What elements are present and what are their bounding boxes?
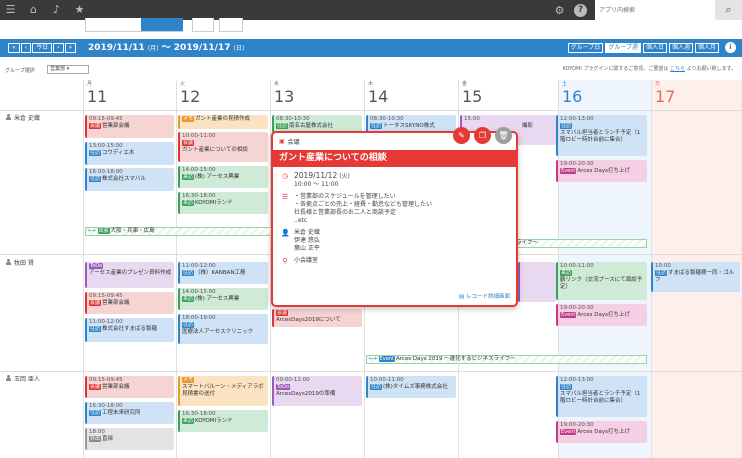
event-card[interactable]: 10:00-11:00 来訪 鶴リンク（交流ブースにて面談予定）	[556, 262, 647, 300]
edit-icon[interactable]: ✎	[453, 127, 470, 144]
event-card[interactable]: ToDo アーセス産業のプレゼン資料作成	[85, 262, 174, 288]
event-card[interactable]: 19:00-20:30 Event Arces Days打ち上げ	[556, 160, 647, 182]
popup-category: 会議	[287, 139, 300, 146]
description-icon: ☰	[281, 193, 289, 201]
event-card[interactable]	[518, 262, 556, 302]
event-card[interactable]: 16:30-18:00 来訪 KOYOMIランド	[178, 410, 268, 432]
event-card[interactable]: 12:00-13:00 往訪 スマバル担当者とランチ予定（1階ロビー時計台前に集合）	[556, 115, 647, 156]
feedback-link[interactable]: こちら	[670, 66, 685, 72]
event-card[interactable]: 16:30-18:00 往訪 工程未来研究所	[85, 402, 174, 424]
view-group-day[interactable]: グループ日	[567, 43, 604, 53]
location-icon: ⚲	[282, 257, 288, 265]
today-button[interactable]: 今日	[32, 43, 53, 53]
search-input[interactable]	[595, 0, 715, 20]
event-card[interactable]: 09:15-09:45 会議 営業部会議	[85, 115, 174, 138]
multi-day-event[interactable]: ⟷ Event Arces Days 2019 〜進化するビジネスライフ〜	[366, 355, 647, 364]
clock-icon: ◷	[281, 172, 289, 180]
day-header[interactable]: 月 11	[83, 80, 176, 108]
first-button[interactable]: «	[8, 43, 20, 53]
attendees-icon: 👤	[281, 229, 290, 237]
gear-icon[interactable]: ⚙	[553, 4, 566, 17]
event-card[interactable]: メモ スマートバルーン・メディアラボ 見積書の送付	[178, 376, 268, 406]
event-card[interactable]: 09:15-09:45 会議 営業部会議	[85, 292, 174, 314]
person-label: 牧田 賢	[5, 258, 34, 267]
calendar-nav-bar: « ‹ 今日 › » 2019/11/11 (月) 〜 2019/11/17 (…	[0, 39, 742, 57]
user-icon	[5, 114, 12, 121]
row-divider	[0, 371, 742, 372]
event-card[interactable]: 14:00-15:00 来訪 (株) アーセス興業	[178, 288, 268, 310]
double-arrow-icon: ⟷	[369, 356, 377, 362]
group-label: グループ選択	[5, 68, 35, 74]
person-label: 米倉 史織	[5, 113, 40, 122]
event-card[interactable]: 12:00-13:00 往訪 スマバル担当者とランチ予定（1階ロビー時計台前に集合）	[556, 376, 647, 417]
calendar-icon: ▣	[279, 138, 285, 145]
group-select[interactable]: 営業部 ▾	[47, 65, 89, 74]
view-personal-day[interactable]: 個人日	[642, 43, 667, 53]
ghost-button	[192, 18, 214, 32]
day-header-saturday[interactable]: 土 16	[558, 80, 651, 108]
top-bar: ☰ ⌂ ♪ ★ ⚙ ? ⌕	[0, 0, 742, 20]
help-icon[interactable]: ?	[574, 3, 587, 17]
document-icon: ▤	[459, 294, 465, 300]
copy-icon[interactable]: ❐	[474, 127, 491, 144]
popup-title: ガント産業についての相談	[273, 150, 516, 167]
day-header[interactable]: 木 14	[364, 80, 458, 108]
event-card[interactable]: メモ ガント産業の見積作成	[178, 115, 268, 129]
next-button[interactable]: ›	[53, 43, 64, 53]
day-header[interactable]: 水 13	[270, 80, 364, 108]
star-icon[interactable]: ★	[73, 3, 86, 16]
event-card[interactable]: 会議 ArcesDays2019について	[272, 309, 362, 327]
last-button[interactable]: »	[64, 43, 77, 53]
double-arrow-icon: ⟷	[88, 228, 96, 234]
date-range: 2019/11/11 (月) 〜 2019/11/17 (日)	[88, 43, 245, 53]
ghost-button	[219, 18, 243, 32]
event-card[interactable]: 10:00-11:00 往訪 (株)タイムズ事務株式会社	[366, 376, 456, 398]
event-card[interactable]: 10:00 往訪 すまばる製麺様一同・ゴルフ	[651, 262, 740, 292]
ghost-toolbar	[85, 18, 183, 32]
user-icon	[5, 259, 12, 266]
info-icon[interactable]: i	[725, 42, 736, 53]
view-personal-month[interactable]: 個人月	[694, 43, 719, 53]
event-detail-popup: ✎ ❐ 🗑 ▣ 会議 ガント産業についての相談 ◷ 2019/11/12 (火) 10…	[271, 127, 518, 307]
prev-button[interactable]: ‹	[20, 43, 32, 53]
row-divider	[0, 110, 742, 111]
event-card[interactable]: 16:00-18:00 往訪 株式会社スマバル	[85, 168, 174, 191]
event-card[interactable]: 14:00-15:00 来訪 (株) アーセス興業	[178, 166, 268, 188]
event-card[interactable]: 16:30-18:00 来訪 KOYOMIランド	[178, 192, 268, 214]
multi-day-event[interactable]: ⟷ 出張 大阪・兵庫・広島	[85, 227, 285, 236]
event-card[interactable]: 09:00-12:00 ToDo ArcesDays2019の準備	[272, 376, 362, 406]
event-card[interactable]: 09:15-09:45 会議 営業部会議	[85, 376, 174, 398]
view-group-week[interactable]: グループ週	[605, 43, 641, 53]
event-card[interactable]: 11:00-12:00 往訪 （株）KANBAN工務	[178, 262, 268, 284]
trash-icon[interactable]: 🗑	[495, 127, 512, 144]
sub-bar: グループ選択 営業部 ▾ KOYOMI プラグインに関するご意見、ご要望は こち…	[0, 57, 742, 80]
view-personal-week[interactable]: 個人週	[668, 43, 693, 53]
record-detail-link[interactable]: ▤ レコード詳細画面	[459, 292, 510, 300]
event-card[interactable]: 10:00-11:00 会議 ガント産業についての相談	[178, 132, 268, 162]
feedback-notice: KOYOMI プラグインに関するご意見、ご要望は こちら よりお願い致します。	[562, 66, 736, 72]
day-header-sunday[interactable]: 日 17	[651, 80, 742, 108]
event-card[interactable]: 11:00-12:00 往訪 株式会社すまばる製麺	[85, 318, 174, 342]
menu-icon[interactable]: ☰	[4, 3, 17, 16]
day-header[interactable]: 火 12	[176, 80, 270, 108]
search-icon[interactable]: ⌕	[715, 0, 742, 20]
event-card[interactable]: 19:00-20:30 Event Arces Days打ち上げ	[556, 304, 647, 326]
event-card[interactable]: 18:00-19:00 往訪 医療法人アーセスクリニック	[178, 314, 268, 344]
event-card[interactable]: 18:00 外出 直帰	[85, 428, 174, 450]
day-header[interactable]: 金 15	[458, 80, 558, 108]
home-icon[interactable]: ⌂	[27, 3, 40, 16]
event-card[interactable]: 19:00-20:30 Event Arces Days打ち上げ	[556, 421, 647, 443]
person-label: 玉岡 亜人	[5, 374, 40, 383]
user-icon	[5, 375, 12, 382]
event-card[interactable]: 13:00-15:00 往訪 コウディエ木	[85, 142, 174, 165]
bell-icon[interactable]: ♪	[50, 3, 63, 16]
